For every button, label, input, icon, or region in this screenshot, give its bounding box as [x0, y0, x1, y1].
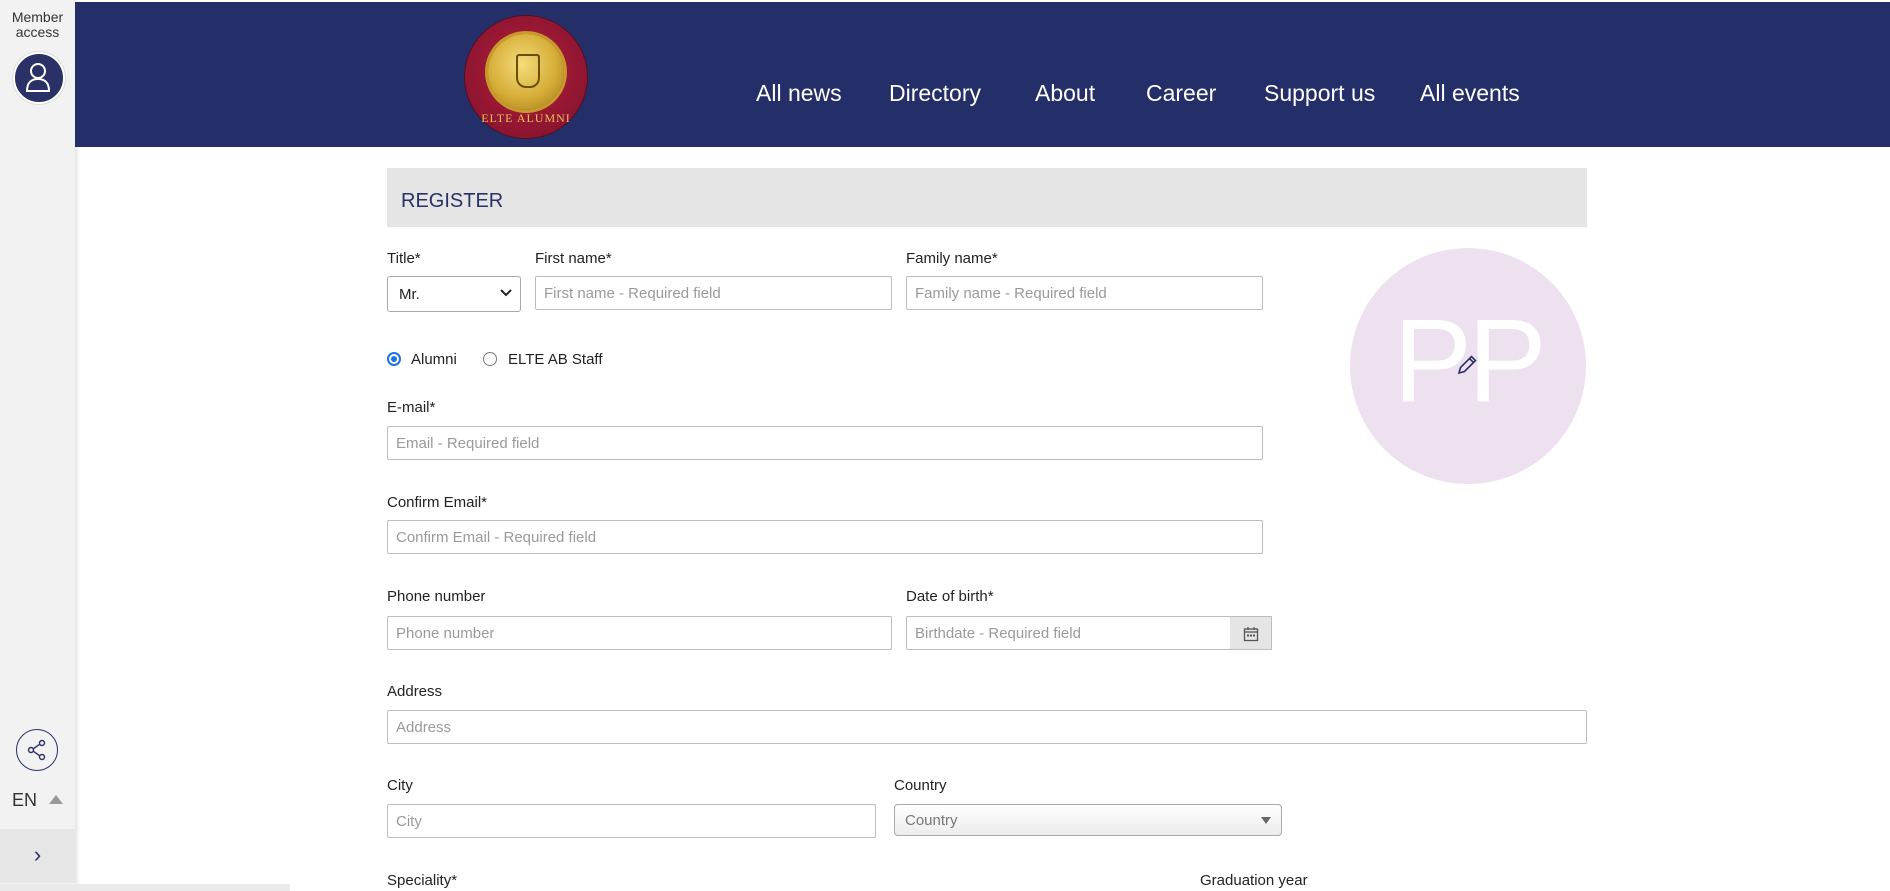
nav-about[interactable]: About	[1035, 80, 1095, 107]
pencil-icon[interactable]	[1454, 352, 1480, 378]
page-title: REGISTER	[401, 190, 504, 212]
dob-field[interactable]	[906, 616, 1231, 650]
dob-label: Date of birth*	[906, 588, 994, 605]
profile-photo[interactable]: PP	[1350, 248, 1586, 484]
member-access-button[interactable]	[13, 52, 65, 104]
logo-seal	[488, 34, 564, 110]
register-header: REGISTER	[387, 168, 1587, 227]
elte-ab-staff-radio[interactable]	[483, 352, 497, 366]
caret-down-icon	[1261, 817, 1271, 824]
left-rail: Member access EN ›	[0, 0, 75, 891]
share-icon	[27, 739, 46, 761]
country-select-value: Country	[905, 812, 958, 829]
logo-text: ELTE ALUMNI	[481, 111, 571, 125]
nav-directory[interactable]: Directory	[889, 80, 981, 107]
elte-alumni-logo[interactable]: ELTE ALUMNI	[465, 16, 587, 138]
calendar-button[interactable]	[1230, 616, 1272, 650]
speciality-label: Speciality*	[387, 872, 458, 889]
crest-icon	[516, 54, 540, 88]
city-label: City	[387, 777, 413, 794]
title-label: Title*	[387, 250, 421, 267]
graduation-year-label: Graduation year	[1200, 872, 1308, 889]
user-icon	[25, 63, 51, 92]
expand-rail-button[interactable]: ›	[0, 829, 75, 883]
share-button[interactable]	[16, 729, 58, 771]
nav-all-events[interactable]: All events	[1420, 80, 1520, 107]
first-name-label: First name*	[535, 250, 612, 267]
email-label: E-mail*	[387, 399, 436, 416]
alumni-radio[interactable]	[387, 352, 401, 366]
elte-ab-staff-radio-label[interactable]: ELTE AB Staff	[508, 351, 603, 368]
scrollbar-track[interactable]	[0, 884, 290, 891]
country-label: Country	[894, 777, 947, 794]
country-select[interactable]: Country	[894, 804, 1282, 836]
title-select-value: Mr.	[399, 286, 420, 303]
chevron-down-icon	[500, 289, 512, 297]
address-field[interactable]	[387, 710, 1587, 744]
nav-all-news[interactable]: All news	[756, 80, 842, 107]
family-name-label: Family name*	[906, 250, 998, 267]
address-label: Address	[387, 683, 443, 700]
caret-up-icon[interactable]	[49, 795, 63, 804]
site-header: ELTE ALUMNI All news Directory About Car…	[75, 2, 1890, 147]
member-access-label: Member access	[11, 9, 64, 40]
nav-support-us[interactable]: Support us	[1264, 80, 1375, 107]
phone-label: Phone number	[387, 588, 486, 605]
phone-field[interactable]	[387, 616, 892, 650]
email-field[interactable]	[387, 426, 1263, 460]
calendar-icon	[1243, 627, 1259, 642]
city-field[interactable]	[387, 804, 876, 838]
language-selector[interactable]: EN	[12, 790, 37, 811]
confirm-email-label: Confirm Email*	[387, 494, 488, 511]
alumni-radio-label[interactable]: Alumni	[411, 351, 457, 368]
nav-career[interactable]: Career	[1146, 80, 1216, 107]
title-select[interactable]: Mr.	[387, 276, 521, 312]
first-name-input[interactable]	[535, 276, 892, 310]
family-name-input[interactable]	[906, 276, 1263, 310]
confirm-email-field[interactable]	[387, 520, 1263, 554]
